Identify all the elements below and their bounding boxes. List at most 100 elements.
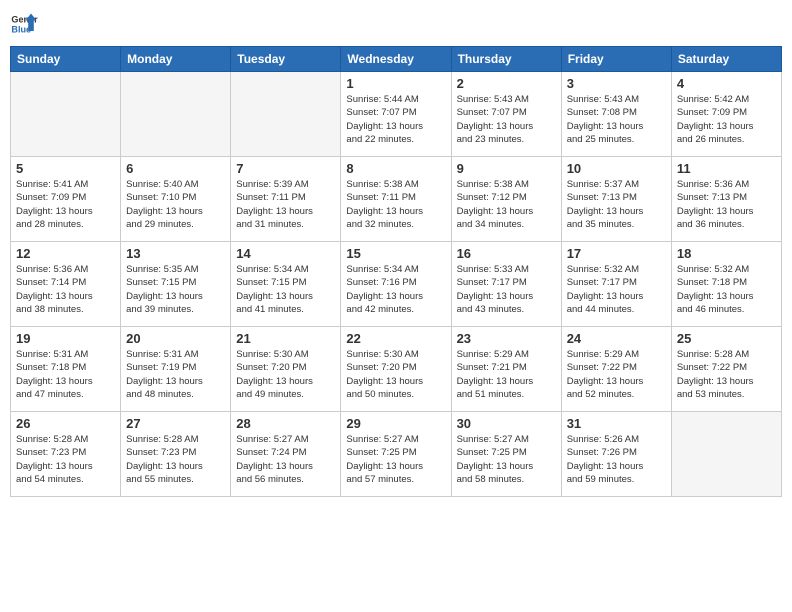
weekday-header-monday: Monday — [121, 47, 231, 72]
day-info: Sunrise: 5:26 AM Sunset: 7:26 PM Dayligh… — [567, 433, 666, 486]
calendar-cell: 9Sunrise: 5:38 AM Sunset: 7:12 PM Daylig… — [451, 157, 561, 242]
weekday-header-wednesday: Wednesday — [341, 47, 451, 72]
calendar-cell: 29 Sunrise: 5:27 AM Sunset: 7:25 PM Dayli… — [341, 412, 451, 497]
day-info: Sunrise: 5:32 AM Sunset: 7:18 PM Dayligh… — [677, 263, 776, 316]
page-header: General Blue — [10, 10, 782, 38]
calendar-cell: 24Sunrise: 5:29 AM Sunset: 7:22 PM Dayli… — [561, 327, 671, 412]
calendar-cell: 19 Sunrise: 5:31 AM Sunset: 7:18 PM Dayli… — [11, 327, 121, 412]
logo: General Blue — [10, 10, 38, 38]
day-info: Sunrise: 5:43 AM Sunset: 7:08 PM Dayligh… — [567, 93, 666, 146]
day-info: Sunrise: 5:30 AM Sunset: 7:20 PM Dayligh… — [236, 348, 335, 401]
calendar-week-4: 19 Sunrise: 5:31 AM Sunset: 7:18 PM Dayli… — [11, 327, 782, 412]
day-number: 27 — [126, 416, 225, 431]
calendar-week-1: 1Sunrise: 5:44 AM Sunset: 7:07 PM Daylig… — [11, 72, 782, 157]
day-info: Sunrise: 5:31 AM Sunset: 7:19 PM Dayligh… — [126, 348, 225, 401]
day-info: Sunrise: 5:35 AM Sunset: 7:15 PM Dayligh… — [126, 263, 225, 316]
calendar-cell: 18 Sunrise: 5:32 AM Sunset: 7:18 PM Dayli… — [671, 242, 781, 327]
day-info: Sunrise: 5:36 AM Sunset: 7:13 PM Dayligh… — [677, 178, 776, 231]
calendar-cell: 27 Sunrise: 5:28 AM Sunset: 7:23 PM Dayli… — [121, 412, 231, 497]
day-number: 22 — [346, 331, 445, 346]
calendar-cell: 30Sunrise: 5:27 AM Sunset: 7:25 PM Dayli… — [451, 412, 561, 497]
day-info: Sunrise: 5:33 AM Sunset: 7:17 PM Dayligh… — [457, 263, 556, 316]
calendar-cell — [671, 412, 781, 497]
calendar-cell: 11Sunrise: 5:36 AM Sunset: 7:13 PM Dayli… — [671, 157, 781, 242]
day-number: 2 — [457, 76, 556, 91]
calendar-cell: 15 Sunrise: 5:34 AM Sunset: 7:16 PM Dayli… — [341, 242, 451, 327]
day-number: 16 — [457, 246, 556, 261]
weekday-header-friday: Friday — [561, 47, 671, 72]
day-info: Sunrise: 5:43 AM Sunset: 7:07 PM Dayligh… — [457, 93, 556, 146]
day-info: Sunrise: 5:27 AM Sunset: 7:25 PM Dayligh… — [346, 433, 445, 486]
day-number: 21 — [236, 331, 335, 346]
calendar-cell: 25 Sunrise: 5:28 AM Sunset: 7:22 PM Dayli… — [671, 327, 781, 412]
day-info: Sunrise: 5:42 AM Sunset: 7:09 PM Dayligh… — [677, 93, 776, 146]
day-number: 20 — [126, 331, 225, 346]
calendar-cell: 2 Sunrise: 5:43 AM Sunset: 7:07 PM Daylig… — [451, 72, 561, 157]
svg-text:Blue: Blue — [11, 24, 31, 34]
day-number: 3 — [567, 76, 666, 91]
calendar-cell: 22 Sunrise: 5:30 AM Sunset: 7:20 PM Dayli… — [341, 327, 451, 412]
weekday-header-sunday: Sunday — [11, 47, 121, 72]
calendar-cell: 17 Sunrise: 5:32 AM Sunset: 7:17 PM Dayli… — [561, 242, 671, 327]
calendar-cell — [121, 72, 231, 157]
calendar-week-5: 26 Sunrise: 5:28 AM Sunset: 7:23 PM Dayli… — [11, 412, 782, 497]
day-number: 8 — [346, 161, 445, 176]
calendar-cell: 13 Sunrise: 5:35 AM Sunset: 7:15 PM Dayli… — [121, 242, 231, 327]
calendar-cell: 31 Sunrise: 5:26 AM Sunset: 7:26 PM Dayli… — [561, 412, 671, 497]
day-info: Sunrise: 5:29 AM Sunset: 7:22 PM Dayligh… — [567, 348, 666, 401]
day-number: 13 — [126, 246, 225, 261]
calendar-cell: 12 Sunrise: 5:36 AM Sunset: 7:14 PM Dayli… — [11, 242, 121, 327]
day-info: Sunrise: 5:38 AM Sunset: 7:11 PM Dayligh… — [346, 178, 445, 231]
day-info: Sunrise: 5:30 AM Sunset: 7:20 PM Dayligh… — [346, 348, 445, 401]
calendar-cell: 10 Sunrise: 5:37 AM Sunset: 7:13 PM Dayli… — [561, 157, 671, 242]
calendar-cell: 28 Sunrise: 5:27 AM Sunset: 7:24 PM Dayli… — [231, 412, 341, 497]
day-number: 17 — [567, 246, 666, 261]
day-info: Sunrise: 5:37 AM Sunset: 7:13 PM Dayligh… — [567, 178, 666, 231]
day-info: Sunrise: 5:34 AM Sunset: 7:16 PM Dayligh… — [346, 263, 445, 316]
day-number: 25 — [677, 331, 776, 346]
weekday-header-tuesday: Tuesday — [231, 47, 341, 72]
day-number: 15 — [346, 246, 445, 261]
day-number: 19 — [16, 331, 115, 346]
day-number: 18 — [677, 246, 776, 261]
logo-icon: General Blue — [10, 10, 38, 38]
calendar-week-3: 12 Sunrise: 5:36 AM Sunset: 7:14 PM Dayli… — [11, 242, 782, 327]
calendar-cell: 8 Sunrise: 5:38 AM Sunset: 7:11 PM Daylig… — [341, 157, 451, 242]
day-number: 31 — [567, 416, 666, 431]
day-info: Sunrise: 5:32 AM Sunset: 7:17 PM Dayligh… — [567, 263, 666, 316]
calendar-cell — [11, 72, 121, 157]
day-info: Sunrise: 5:28 AM Sunset: 7:23 PM Dayligh… — [126, 433, 225, 486]
day-info: Sunrise: 5:27 AM Sunset: 7:24 PM Dayligh… — [236, 433, 335, 486]
day-number: 26 — [16, 416, 115, 431]
day-number: 30 — [457, 416, 556, 431]
calendar-cell: 3 Sunrise: 5:43 AM Sunset: 7:08 PM Daylig… — [561, 72, 671, 157]
day-number: 12 — [16, 246, 115, 261]
calendar-cell: 23 Sunrise: 5:29 AM Sunset: 7:21 PM Dayli… — [451, 327, 561, 412]
day-number: 14 — [236, 246, 335, 261]
weekday-header-saturday: Saturday — [671, 47, 781, 72]
day-info: Sunrise: 5:36 AM Sunset: 7:14 PM Dayligh… — [16, 263, 115, 316]
day-number: 7 — [236, 161, 335, 176]
calendar-cell: 6Sunrise: 5:40 AM Sunset: 7:10 PM Daylig… — [121, 157, 231, 242]
calendar-cell: 1Sunrise: 5:44 AM Sunset: 7:07 PM Daylig… — [341, 72, 451, 157]
day-number: 5 — [16, 161, 115, 176]
weekday-header-thursday: Thursday — [451, 47, 561, 72]
calendar-cell: 7 Sunrise: 5:39 AM Sunset: 7:11 PM Daylig… — [231, 157, 341, 242]
calendar-cell: 16 Sunrise: 5:33 AM Sunset: 7:17 PM Dayli… — [451, 242, 561, 327]
calendar-header-row: SundayMondayTuesdayWednesdayThursdayFrid… — [11, 47, 782, 72]
day-number: 23 — [457, 331, 556, 346]
calendar-cell: 5 Sunrise: 5:41 AM Sunset: 7:09 PM Daylig… — [11, 157, 121, 242]
day-info: Sunrise: 5:29 AM Sunset: 7:21 PM Dayligh… — [457, 348, 556, 401]
day-info: Sunrise: 5:41 AM Sunset: 7:09 PM Dayligh… — [16, 178, 115, 231]
day-number: 28 — [236, 416, 335, 431]
day-number: 6 — [126, 161, 225, 176]
day-info: Sunrise: 5:39 AM Sunset: 7:11 PM Dayligh… — [236, 178, 335, 231]
day-number: 29 — [346, 416, 445, 431]
day-info: Sunrise: 5:31 AM Sunset: 7:18 PM Dayligh… — [16, 348, 115, 401]
day-info: Sunrise: 5:38 AM Sunset: 7:12 PM Dayligh… — [457, 178, 556, 231]
day-number: 10 — [567, 161, 666, 176]
day-info: Sunrise: 5:28 AM Sunset: 7:22 PM Dayligh… — [677, 348, 776, 401]
day-info: Sunrise: 5:28 AM Sunset: 7:23 PM Dayligh… — [16, 433, 115, 486]
calendar-cell: 4Sunrise: 5:42 AM Sunset: 7:09 PM Daylig… — [671, 72, 781, 157]
calendar-table: SundayMondayTuesdayWednesdayThursdayFrid… — [10, 46, 782, 497]
